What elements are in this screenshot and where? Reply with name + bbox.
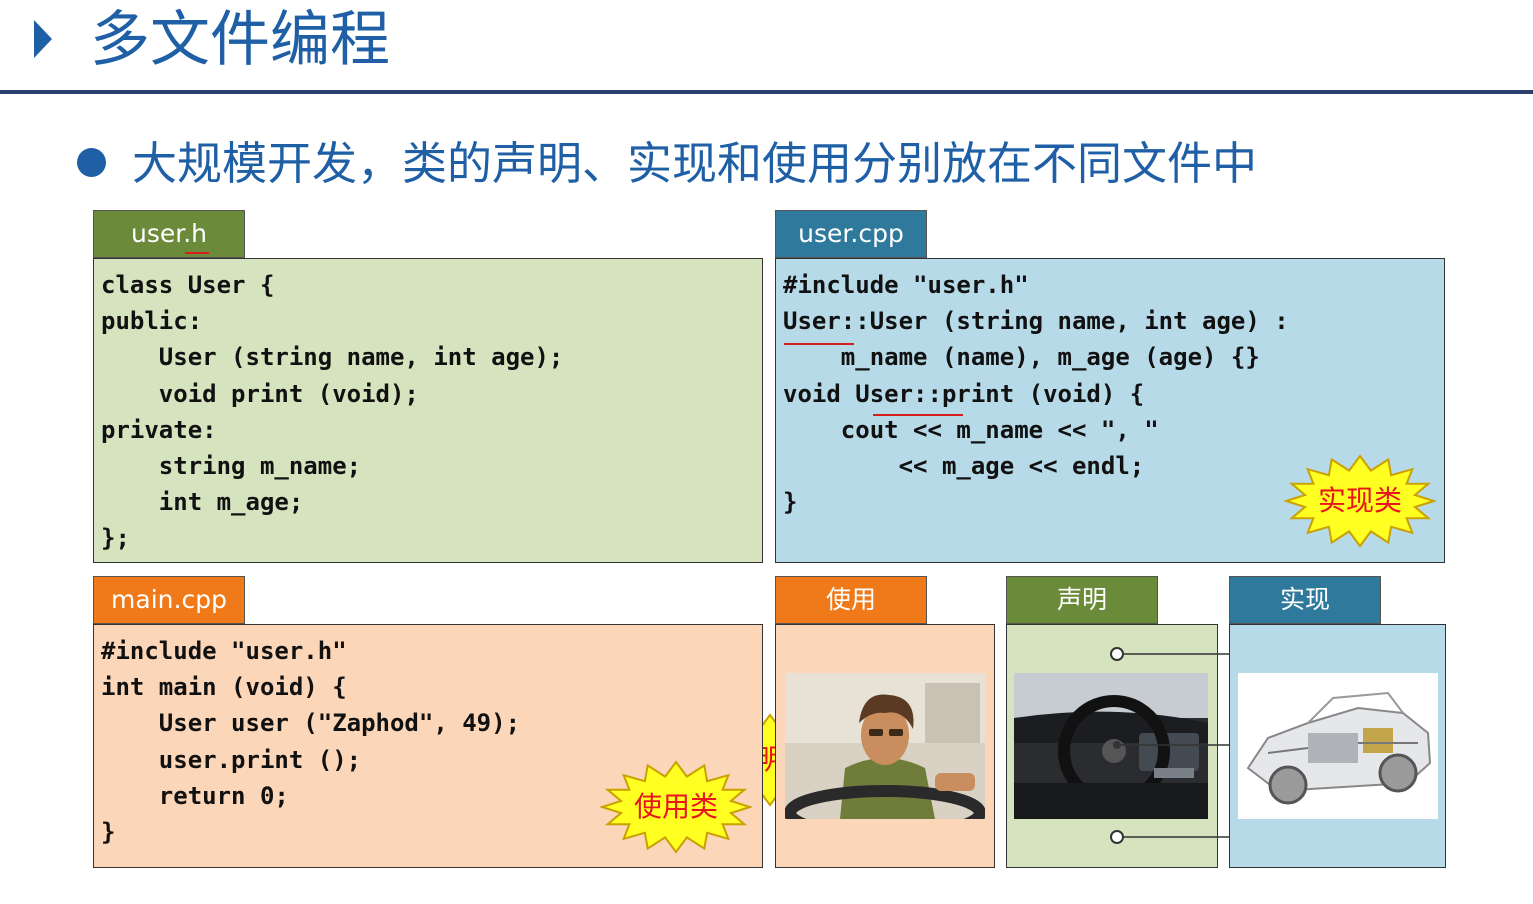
- user-h-underline: [185, 252, 209, 254]
- user-cpp-tab-label: user.cpp: [798, 219, 904, 248]
- implement-class-badge: 实现类: [1284, 454, 1436, 548]
- use-class-badge-label: 使用类: [633, 790, 718, 823]
- implement-class-badge-label: 实现类: [1317, 484, 1402, 517]
- page-title: 多文件编程: [90, 5, 390, 75]
- user-cpp-tab: user.cpp: [775, 210, 927, 258]
- main-cpp-code: #include "user.h" int main (void) { User…: [101, 637, 521, 847]
- declare-tab-label: 声明: [1056, 585, 1107, 614]
- bullet-text: 大规模开发，类的声明、实现和使用分别放在不同文件中: [132, 137, 1258, 190]
- user-h-tab: user.h: [93, 210, 245, 258]
- title-arrow-icon: [34, 20, 52, 58]
- driver-illustration: [785, 673, 985, 819]
- user-cpp-code: #include "user.h" User::User (string nam…: [783, 271, 1289, 517]
- use-tab-label: 使用: [825, 585, 876, 614]
- use-panel: [775, 624, 995, 868]
- car-cutaway-illustration: [1238, 673, 1438, 819]
- implement-tab-label: 实现: [1279, 585, 1330, 614]
- user-h-tab-label: user.h: [130, 219, 208, 248]
- user-h-code: class User { public: User (string name, …: [101, 271, 564, 553]
- user-cpp-underline-1: [784, 343, 854, 345]
- user-cpp-underline-2: [873, 414, 963, 416]
- title-divider: [0, 90, 1533, 94]
- main-cpp-tab: main.cpp: [93, 576, 245, 624]
- declare-implement-connectors: [1110, 647, 1229, 844]
- declare-tab: 声明: [1006, 576, 1158, 624]
- user-h-panel: class User { public: User (string name, …: [93, 258, 846, 807]
- main-cpp-tab-label: main.cpp: [111, 585, 227, 614]
- use-class-badge: 使用类: [600, 760, 752, 854]
- implement-panel: [1229, 624, 1446, 868]
- use-tab: 使用: [775, 576, 927, 624]
- implement-tab: 实现: [1229, 576, 1381, 624]
- bullet-dot-icon: [77, 148, 106, 177]
